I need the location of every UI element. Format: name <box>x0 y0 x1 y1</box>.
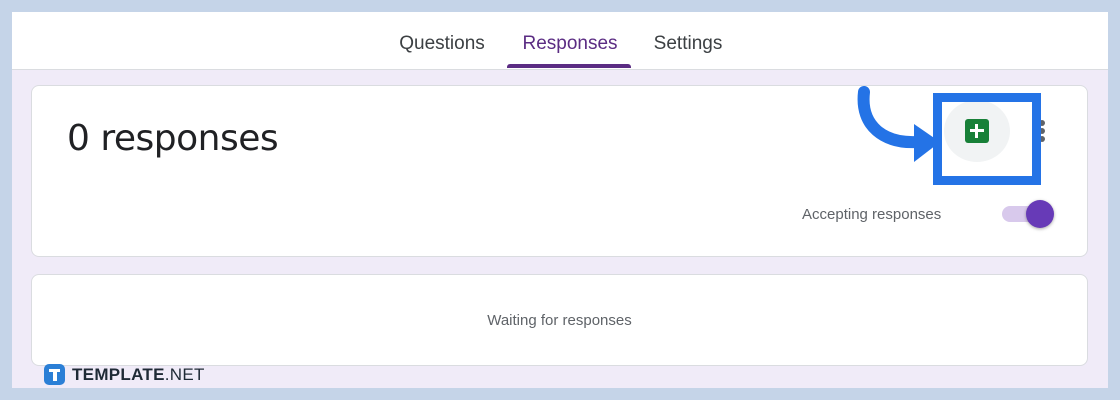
watermark-text: TEMPLATE.NET <box>72 365 205 384</box>
accepting-responses-label: Accepting responses <box>802 206 942 223</box>
toggle-thumb <box>1026 200 1054 228</box>
forms-responses-view: Questions Responses Settings 0 responses… <box>12 12 1108 388</box>
tab-bar: Questions Responses Settings <box>12 12 1108 70</box>
callout-arrow-icon <box>857 86 940 162</box>
callout-highlight-box <box>933 93 1041 185</box>
tab-settings[interactable]: Settings <box>640 12 736 70</box>
responses-empty-card: Waiting for responses <box>31 274 1088 366</box>
accepting-responses-toggle[interactable] <box>1002 200 1056 228</box>
waiting-for-responses-text: Waiting for responses <box>487 312 632 329</box>
tab-responses[interactable]: Responses <box>508 12 632 70</box>
active-tab-indicator <box>507 64 631 68</box>
tab-questions[interactable]: Questions <box>384 12 500 70</box>
template-logo-icon <box>44 364 65 385</box>
response-count: 0 responses <box>67 118 279 159</box>
